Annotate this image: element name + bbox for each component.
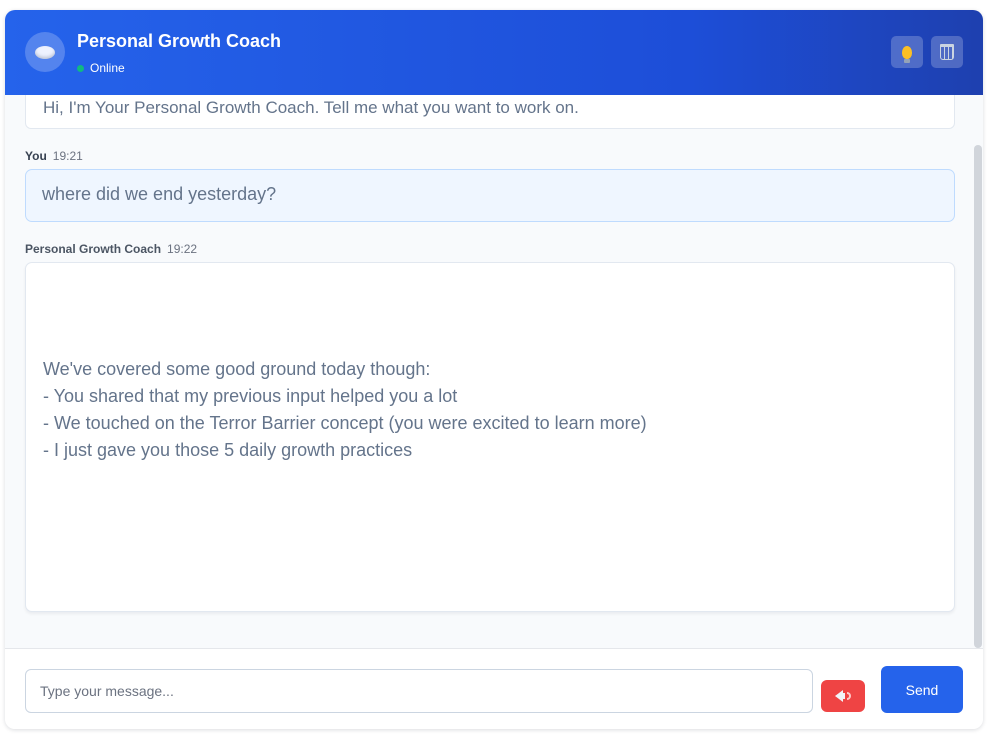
coach-message-line: - You shared that my previous input help…: [43, 386, 458, 406]
coach-message-line: - We touched on the Terror Barrier conce…: [43, 413, 647, 433]
send-button[interactable]: Send: [881, 666, 963, 713]
sound-wave-icon: [847, 692, 851, 700]
message-sender: You: [25, 149, 47, 163]
wastebasket-icon: [940, 44, 954, 60]
speaker-icon: [835, 690, 845, 702]
message-time: 19:21: [52, 149, 83, 163]
chat-header: Personal Growth Coach Online: [5, 10, 983, 95]
chat-title: Personal Growth Coach: [77, 31, 282, 51]
status-dot-icon: [77, 64, 84, 72]
message-list[interactable]: Hi, I'm Your Personal Growth Coach. Tell…: [5, 95, 983, 648]
voice-button[interactable]: [821, 680, 865, 712]
message-sender: Personal Growth Coach: [25, 242, 162, 256]
coach-message-line: We've covered some good ground today tho…: [43, 359, 431, 379]
coach-message: We've covered some good ground today tho…: [25, 262, 955, 612]
tips-button[interactable]: [891, 36, 923, 68]
speech-bubble-icon: [35, 45, 55, 59]
user-message: where did we end yesterday?: [25, 169, 955, 222]
online-status: Online: [77, 61, 125, 75]
coach-avatar: [25, 32, 65, 72]
message-scrollbar[interactable]: [974, 145, 982, 648]
coach-welcome-message: Hi, I'm Your Personal Growth Coach. Tell…: [25, 95, 955, 129]
chat-window: Personal Growth Coach Online Hi, I'm You…: [5, 10, 983, 729]
coach-message-line: - I just gave you those 5 daily growth p…: [43, 440, 413, 460]
message-input[interactable]: [25, 669, 813, 713]
status-label: Online: [90, 61, 125, 75]
message-time: 19:22: [167, 242, 198, 256]
composer: Send: [5, 648, 983, 729]
coach-message-meta: Personal Growth Coach 19:22: [25, 242, 197, 256]
lightbulb-icon: [902, 45, 912, 63]
clear-chat-button[interactable]: [931, 36, 963, 68]
user-message-meta: You 19:21: [25, 149, 83, 163]
